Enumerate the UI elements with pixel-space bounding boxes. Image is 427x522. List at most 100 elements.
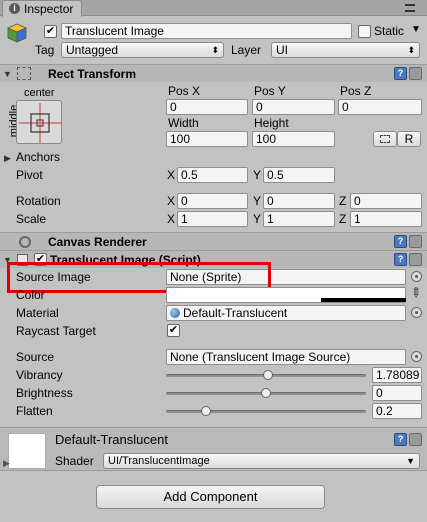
flatten-slider-track[interactable] (166, 410, 366, 413)
rotation-y-input[interactable]: 0 (263, 193, 335, 209)
rotation-label: Rotation (16, 194, 61, 208)
tab-menu-icon[interactable] (405, 4, 415, 12)
updown-arrow-icon: ⬍ (407, 45, 415, 55)
rect-transform-header[interactable]: ▼ Rect Transform ? (0, 64, 427, 82)
flatten-input[interactable]: 0.2 (372, 403, 422, 419)
anchors-foldout-icon[interactable]: ▶ (4, 153, 11, 164)
foldout-arrow-icon[interactable]: ▶ (3, 458, 10, 469)
blueprint-icon (380, 135, 390, 143)
help-icon[interactable]: ? (394, 67, 407, 80)
help-icon[interactable]: ? (394, 433, 407, 446)
object-picker-icon[interactable] (411, 307, 422, 318)
height-input[interactable]: 100 (252, 131, 335, 147)
pos-z-label: Pos Z (340, 84, 372, 98)
shader-dropdown[interactable]: UI/TranslucentImage ▼ (103, 453, 420, 469)
brightness-slider-thumb[interactable] (261, 388, 271, 398)
dropdown-arrow-icon: ▼ (406, 456, 415, 466)
pos-x-input[interactable]: 0 (166, 99, 248, 115)
pivot-x-input[interactable]: 0.5 (177, 167, 248, 183)
rotation-x-axis-label: X (167, 194, 176, 208)
scale-label: Scale (16, 212, 47, 226)
tag-value: Untagged (66, 43, 119, 57)
scale-z-axis-label: Z (339, 212, 347, 226)
object-name-input[interactable]: Translucent Image (61, 23, 352, 39)
rotation-z-axis-label: Z (339, 194, 347, 208)
static-label: Static (374, 24, 405, 38)
canvas-renderer-title: Canvas Renderer (48, 235, 147, 249)
source-label: Source (16, 350, 55, 364)
rotation-x-input[interactable]: 0 (177, 193, 248, 209)
canvas-renderer-header[interactable]: Canvas Renderer ? (0, 232, 427, 250)
pos-x-label: Pos X (168, 84, 201, 98)
tab-inspector[interactable]: i Inspector (2, 0, 82, 17)
foldout-arrow-icon[interactable]: ▼ (3, 69, 12, 79)
material-preview-thumbnail (8, 433, 46, 469)
material-value: Default-Translucent (183, 306, 288, 320)
tag-dropdown[interactable]: Untagged ⬍ (61, 42, 224, 58)
help-icon[interactable]: ? (394, 235, 407, 248)
layer-value: UI (276, 43, 288, 57)
rotation-y-axis-label: Y (253, 194, 262, 208)
shader-label: Shader (55, 454, 94, 468)
alpha-bar (321, 298, 406, 302)
pos-y-input[interactable]: 0 (252, 99, 335, 115)
updown-arrow-icon: ⬍ (211, 45, 219, 55)
brightness-label: Brightness (16, 386, 73, 400)
width-input[interactable]: 100 (166, 131, 248, 147)
pivot-label: Pivot (16, 168, 43, 182)
add-component-label: Add Component (163, 489, 258, 504)
raycast-target-label: Raycast Target (16, 324, 96, 338)
active-checkbox[interactable]: ✔ (44, 25, 57, 38)
tab-title: Inspector (24, 2, 74, 16)
material-field[interactable]: Default-Translucent (166, 305, 406, 321)
anchors-label[interactable]: Anchors (16, 149, 60, 165)
material-label: Material (16, 306, 59, 320)
static-dropdown-icon[interactable]: ▼ (411, 24, 421, 35)
static-checkbox[interactable] (358, 25, 371, 38)
source-field[interactable]: None (Translucent Image Source) (166, 349, 406, 365)
rect-transform-title: Rect Transform (48, 67, 137, 81)
pivot-x-axis-label: X (167, 168, 176, 182)
object-picker-icon[interactable] (411, 271, 422, 282)
preset-icon[interactable] (409, 235, 422, 248)
pivot-y-input[interactable]: 0.5 (263, 167, 335, 183)
vibrancy-label: Vibrancy (16, 368, 63, 382)
raw-edit-button[interactable]: R (397, 131, 421, 147)
width-label: Width (168, 116, 199, 130)
add-component-button[interactable]: Add Component (96, 485, 325, 509)
rect-transform-icon (17, 67, 31, 80)
layer-dropdown[interactable]: UI ⬍ (271, 42, 420, 58)
preset-icon[interactable] (409, 253, 422, 266)
blueprint-mode-button[interactable] (373, 131, 397, 147)
object-picker-icon[interactable] (411, 351, 422, 362)
scale-x-input[interactable]: 1 (177, 211, 248, 227)
flatten-label: Flatten (16, 404, 53, 418)
help-icon[interactable]: ? (394, 253, 407, 266)
rotation-z-input[interactable]: 0 (350, 193, 422, 209)
color-label: Color (16, 288, 45, 302)
layer-label: Layer (231, 43, 262, 57)
preset-icon[interactable] (409, 433, 422, 446)
material-panel: Default-Translucent Shader UI/Translucen… (0, 427, 427, 471)
canvas-renderer-icon (19, 236, 31, 248)
scale-x-axis-label: X (167, 212, 176, 226)
brightness-input[interactable]: 0 (372, 385, 422, 401)
anchor-horizontal-label: center (24, 87, 55, 99)
raycast-target-checkbox[interactable]: ✔ (167, 324, 180, 337)
flatten-slider-thumb[interactable] (201, 406, 211, 416)
material-panel-name: Default-Translucent (55, 432, 168, 447)
pos-z-input[interactable]: 0 (338, 99, 422, 115)
height-label: Height (254, 116, 289, 130)
anchor-presets-button[interactable] (16, 100, 62, 144)
vibrancy-slider-thumb[interactable] (263, 370, 273, 380)
pivot-y-axis-label: Y (253, 168, 262, 182)
vibrancy-input[interactable]: 1.78089 (372, 367, 422, 383)
scale-z-input[interactable]: 1 (350, 211, 422, 227)
scale-y-axis-label: Y (253, 212, 262, 226)
eyedropper-icon[interactable]: ✎ (406, 283, 425, 302)
shader-value: UI/TranslucentImage (108, 455, 210, 467)
scale-y-input[interactable]: 1 (263, 211, 335, 227)
material-sphere-icon (170, 308, 180, 318)
color-swatch[interactable] (166, 287, 406, 303)
game-object-cube-icon (6, 22, 28, 44)
